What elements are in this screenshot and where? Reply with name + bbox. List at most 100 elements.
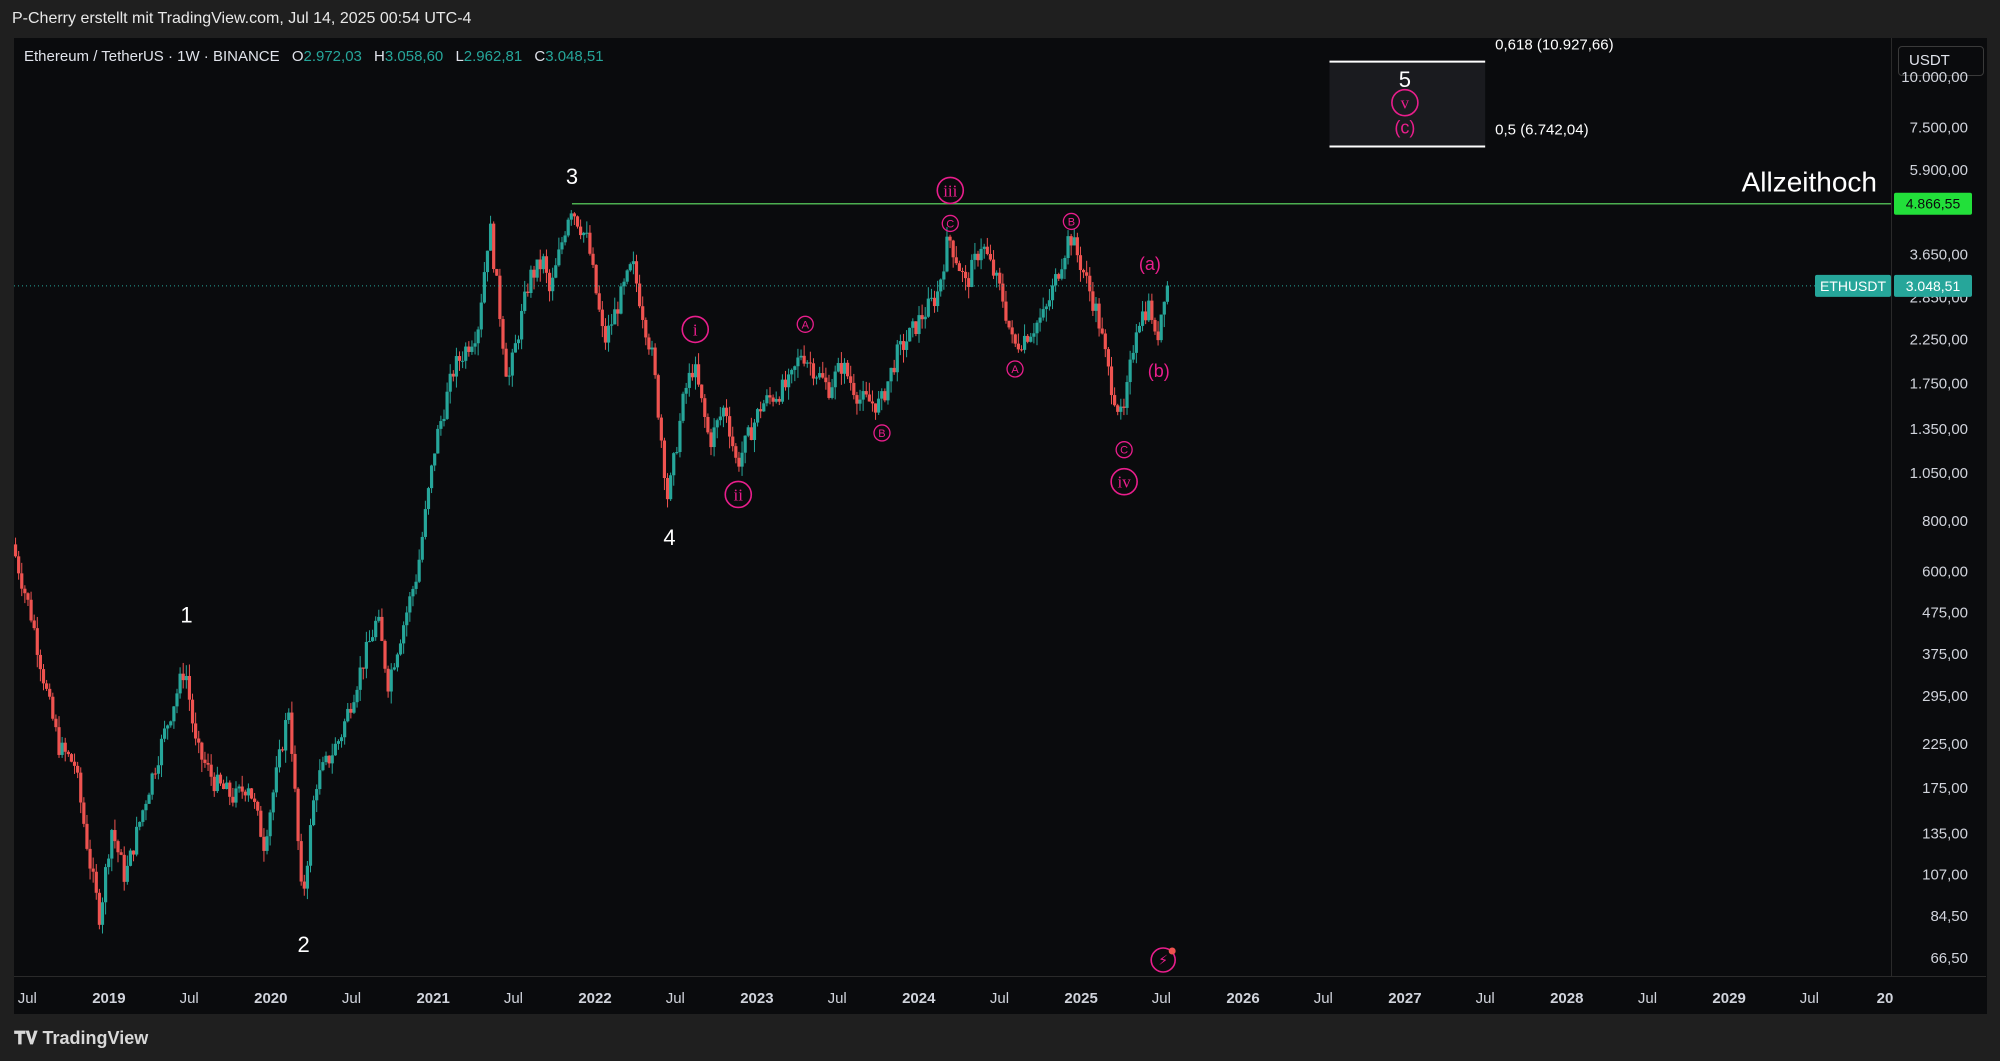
candle-body — [802, 355, 806, 364]
wave-label-corrective: (b) — [1148, 361, 1170, 381]
time-tick-label: 2023 — [740, 990, 773, 1007]
candle-body — [861, 391, 865, 400]
wave-label-primary: 1 — [180, 602, 192, 627]
candle-body — [656, 375, 660, 418]
candle-body — [405, 612, 409, 626]
candle-body — [684, 387, 688, 394]
candle-body — [1026, 335, 1030, 342]
candle-body — [904, 341, 909, 350]
candle-body — [926, 298, 930, 317]
candle-body — [895, 344, 899, 373]
candle-body — [256, 801, 260, 811]
candle-body — [808, 362, 812, 364]
candle-body — [532, 269, 536, 278]
candle-body — [731, 436, 735, 447]
candle-body — [988, 253, 993, 260]
candle-body — [271, 792, 275, 813]
candle-body — [1066, 236, 1070, 259]
candle-body — [768, 395, 772, 398]
candle-body — [162, 728, 167, 739]
candle-body — [253, 798, 257, 802]
candle-body — [144, 803, 148, 811]
candle-body — [212, 776, 216, 792]
candle-body — [746, 427, 750, 436]
candle-body — [1078, 255, 1083, 270]
candle-body — [1041, 309, 1045, 318]
candle-body — [339, 737, 344, 742]
candle-body — [392, 667, 396, 670]
candle-body — [175, 693, 179, 707]
candle-body — [1022, 335, 1027, 350]
candle-body — [259, 810, 263, 837]
candle-body — [1047, 300, 1052, 307]
candle-body — [138, 821, 142, 827]
candle-body — [63, 742, 67, 752]
candle-body — [411, 588, 415, 597]
candle-body — [1150, 300, 1154, 320]
candle-body — [501, 319, 505, 349]
candle-body — [672, 453, 676, 476]
candle-body — [349, 708, 353, 713]
price-tick-label: 225,00 — [1922, 736, 1968, 753]
candle-body — [420, 536, 424, 560]
candle-body — [883, 391, 887, 401]
candle-body — [982, 246, 986, 249]
candle-body — [448, 373, 452, 392]
candle-body — [364, 641, 368, 669]
candle-body — [315, 789, 319, 801]
candle-body — [433, 453, 437, 466]
candle-body — [619, 286, 623, 314]
candle-body — [585, 232, 589, 234]
candle-body — [330, 755, 334, 764]
candle-body — [318, 770, 322, 790]
candle-body — [867, 394, 871, 402]
candle-body — [1013, 334, 1017, 344]
candle-body — [1075, 237, 1079, 256]
candle-body — [237, 786, 241, 789]
candle-body — [777, 398, 781, 402]
candle-body — [849, 376, 853, 383]
candle-body — [1094, 303, 1098, 311]
candle-body — [544, 256, 549, 273]
candle-body — [408, 596, 412, 613]
candle-body — [1029, 336, 1033, 342]
candle-body — [336, 741, 341, 744]
price-tick-label: 135,00 — [1922, 826, 1968, 843]
tradingview-logo[interactable]: 𝐓𝐕 TradingView — [14, 1028, 148, 1049]
chart-plot: Allzeithoch 0,618 (10.927,66) 0,5 (6.742,0… — [13, 37, 1972, 1007]
candle-body — [1057, 274, 1061, 279]
candle-body — [442, 418, 446, 422]
candle-body — [734, 446, 738, 458]
candle-body — [321, 762, 325, 771]
candle-body — [1054, 274, 1058, 286]
candle-body — [811, 363, 816, 379]
candle-body — [724, 407, 729, 417]
wave-label-subminor: A — [802, 319, 810, 331]
time-tick-label: 2020 — [254, 990, 287, 1007]
candle-body — [665, 478, 670, 500]
candle-body — [979, 248, 983, 261]
candle-body — [147, 794, 151, 804]
candle-body — [48, 688, 52, 697]
candle-body — [1156, 331, 1160, 341]
price-tick-label: 107,00 — [1922, 866, 1968, 883]
candle-body — [641, 306, 645, 320]
time-tick-label: Jul — [666, 990, 685, 1007]
candle-body — [634, 261, 639, 284]
candle-body — [457, 356, 462, 361]
candle-body — [520, 310, 524, 340]
candle-body — [200, 742, 204, 760]
wave-label-primary: 2 — [297, 932, 309, 957]
candle-body — [889, 367, 893, 382]
candle-body — [1113, 395, 1117, 406]
candle-body — [203, 759, 207, 763]
candle-body — [625, 270, 629, 282]
candle-body — [153, 773, 157, 775]
candle-body — [523, 291, 527, 311]
candle-body — [346, 708, 350, 722]
candle-body — [445, 391, 449, 419]
candle-body — [818, 373, 822, 378]
price-tick-label: 600,00 — [1922, 563, 1968, 580]
candle-body — [82, 802, 86, 824]
time-tick-label: Jul — [1638, 990, 1657, 1007]
